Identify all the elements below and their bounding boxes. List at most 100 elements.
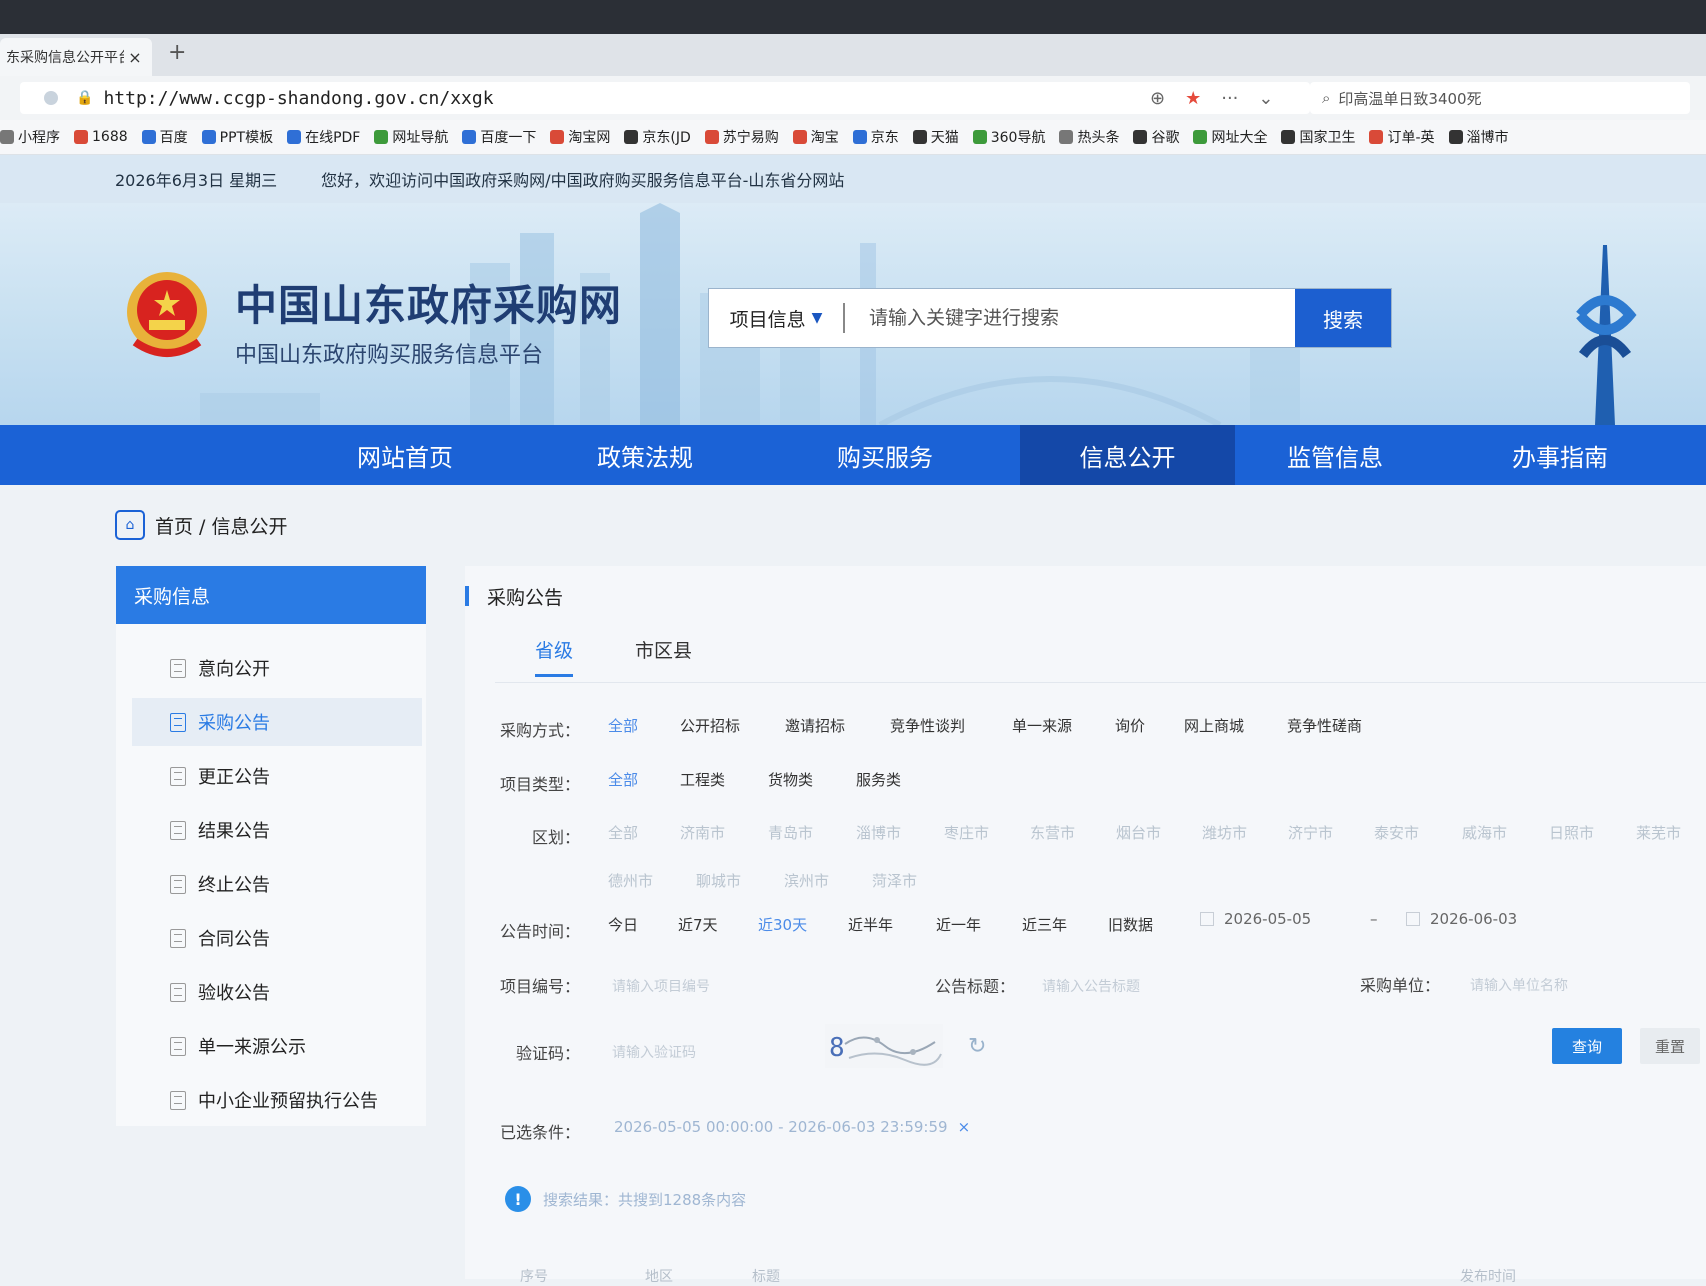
region-option[interactable]: 枣庄市: [944, 822, 989, 843]
search-category-select[interactable]: 项目信息 ▼: [709, 303, 845, 333]
bookmark-item[interactable]: 淄博市: [1448, 127, 1509, 147]
notice-time-option[interactable]: 近30天: [758, 914, 807, 935]
home-icon[interactable]: ⌂: [115, 510, 145, 540]
purchase-method-option[interactable]: 网上商城: [1184, 715, 1244, 736]
nav-purchase-service[interactable]: 购买服务: [800, 425, 970, 485]
bookmark-item[interactable]: 网址大全: [1193, 127, 1267, 147]
region-option[interactable]: 淄博市: [856, 822, 901, 843]
tab-provincial[interactable]: 省级: [535, 636, 573, 663]
sidebar-heading[interactable]: 采购信息: [116, 566, 426, 624]
bookmark-item[interactable]: 360导航: [972, 127, 1045, 147]
bookmark-item[interactable]: 订单-英: [1369, 127, 1435, 147]
tab-city-county[interactable]: 市区县: [635, 636, 692, 663]
query-button[interactable]: 查询: [1552, 1028, 1622, 1064]
bookmark-item[interactable]: 京东(JD: [624, 127, 691, 147]
nav-info-public[interactable]: 信息公开: [1020, 425, 1235, 485]
captcha-image[interactable]: 8: [825, 1024, 943, 1068]
clear-condition-icon[interactable]: ×: [958, 1118, 971, 1136]
notice-time-option[interactable]: 近半年: [848, 914, 893, 935]
bookmark-item[interactable]: 小程序: [0, 127, 60, 147]
bookmark-item[interactable]: 在线PDF: [287, 127, 360, 147]
project-type-option[interactable]: 工程类: [680, 769, 725, 790]
sidebar-item[interactable]: 终止公告: [132, 860, 422, 908]
purchase-method-option[interactable]: 全部: [608, 715, 638, 736]
region-option[interactable]: 全部: [608, 822, 638, 843]
region-option[interactable]: 滨州市: [784, 870, 829, 891]
region-option[interactable]: 威海市: [1462, 822, 1507, 843]
sidebar-item[interactable]: 意向公开: [132, 644, 422, 692]
region-option[interactable]: 泰安市: [1374, 822, 1419, 843]
region-option[interactable]: 聊城市: [696, 870, 741, 891]
region-option[interactable]: 济宁市: [1288, 822, 1333, 843]
bookmark-item[interactable]: 百度: [141, 127, 188, 147]
sidebar-item[interactable]: 结果公告: [132, 806, 422, 854]
bookmark-item[interactable]: 京东: [852, 127, 899, 147]
region-option[interactable]: 潍坊市: [1202, 822, 1247, 843]
notice-time-option[interactable]: 近7天: [678, 914, 718, 935]
date-from-field[interactable]: 2026-05-05: [1200, 910, 1311, 928]
region-option[interactable]: 东营市: [1030, 822, 1075, 843]
bookmark-item[interactable]: 国家卫生: [1281, 127, 1355, 147]
nav-policy[interactable]: 政策法规: [560, 425, 730, 485]
region-option[interactable]: 烟台市: [1116, 822, 1161, 843]
purchase-method-option[interactable]: 竞争性磋商: [1287, 715, 1362, 736]
sidebar-item[interactable]: 合同公告: [132, 914, 422, 962]
notice-time-option[interactable]: 旧数据: [1108, 914, 1153, 935]
nav-supervision[interactable]: 监管信息: [1235, 425, 1435, 485]
purchase-method-option[interactable]: 竞争性谈判: [890, 715, 965, 736]
region-option[interactable]: 莱芜市: [1636, 822, 1681, 843]
bookmark-item[interactable]: 谷歌: [1133, 127, 1179, 147]
region-option[interactable]: 济南市: [680, 822, 725, 843]
region-option[interactable]: 菏泽市: [872, 870, 917, 891]
nav-home[interactable]: 网站首页: [320, 425, 490, 485]
purchase-method-option[interactable]: 邀请招标: [785, 715, 845, 736]
browser-tab[interactable]: 东采购信息公开平台 ×: [0, 38, 152, 76]
more-icon[interactable]: ···: [1221, 88, 1238, 109]
reset-button[interactable]: 重置: [1640, 1028, 1700, 1064]
nav-guide[interactable]: 办事指南: [1475, 425, 1645, 485]
new-tab-button[interactable]: +: [168, 40, 186, 65]
date-to-field[interactable]: 2026-06-03: [1406, 910, 1517, 928]
url-text[interactable]: http://www.ccgp-shandong.gov.cn/xxgk: [103, 88, 493, 109]
sidebar-item[interactable]: 中小企业预留执行公告: [132, 1076, 422, 1124]
region-option[interactable]: 日照市: [1549, 822, 1594, 843]
search-button[interactable]: 搜索: [1295, 289, 1391, 347]
bookmark-item[interactable]: 淘宝网: [550, 127, 610, 147]
region-option[interactable]: 德州市: [608, 870, 653, 891]
url-field[interactable]: 🔒 http://www.ccgp-shandong.gov.cn/xxgk: [20, 82, 1310, 114]
project-type-option[interactable]: 货物类: [768, 769, 813, 790]
browser-search-box[interactable]: ⌕ 印高温单日致3400死: [1310, 82, 1690, 114]
purchase-method-option[interactable]: 询价: [1115, 715, 1145, 736]
breadcrumb-text[interactable]: 首页 / 信息公开: [155, 512, 287, 539]
bookmark-item[interactable]: 淘宝: [792, 127, 839, 147]
purchase-method-option[interactable]: 公开招标: [680, 715, 740, 736]
project-type-option[interactable]: 服务类: [856, 769, 901, 790]
notice-time-option[interactable]: 近一年: [936, 914, 981, 935]
region-option[interactable]: 青岛市: [768, 822, 813, 843]
location-icon[interactable]: ⊕: [1150, 88, 1165, 109]
dropdown-icon[interactable]: ⌄: [1258, 88, 1273, 109]
purchase-method-option[interactable]: 单一来源: [1012, 715, 1072, 736]
notice-title-input[interactable]: 请输入公告标题: [1042, 976, 1140, 996]
notice-time-option[interactable]: 今日: [608, 914, 638, 935]
bookmark-item[interactable]: 网址导航: [374, 127, 448, 147]
sidebar-item[interactable]: 采购公告: [132, 698, 422, 746]
sidebar-item[interactable]: 更正公告: [132, 752, 422, 800]
buyer-input[interactable]: 请输入单位名称: [1470, 975, 1568, 995]
sidebar-item[interactable]: 验收公告: [132, 968, 422, 1016]
project-no-input[interactable]: 请输入项目编号: [612, 976, 710, 996]
bookmark-item[interactable]: 百度一下: [462, 127, 536, 147]
tab-close-icon[interactable]: ×: [124, 48, 146, 67]
project-type-option[interactable]: 全部: [608, 769, 638, 790]
bookmark-star-icon[interactable]: ★: [1185, 88, 1201, 109]
sidebar-item[interactable]: 单一来源公示: [132, 1022, 422, 1070]
bookmark-item[interactable]: 1688: [74, 129, 128, 145]
bookmark-item[interactable]: PPT模板: [201, 127, 273, 147]
bookmark-item[interactable]: 热头条: [1059, 127, 1119, 147]
bookmark-item[interactable]: 天猫: [912, 127, 959, 147]
notice-time-option[interactable]: 近三年: [1022, 914, 1067, 935]
search-input[interactable]: [845, 289, 1295, 347]
refresh-captcha-icon[interactable]: ↻: [968, 1034, 986, 1059]
bookmark-item[interactable]: 苏宁易购: [704, 127, 779, 147]
captcha-input[interactable]: 请输入验证码: [612, 1042, 696, 1062]
